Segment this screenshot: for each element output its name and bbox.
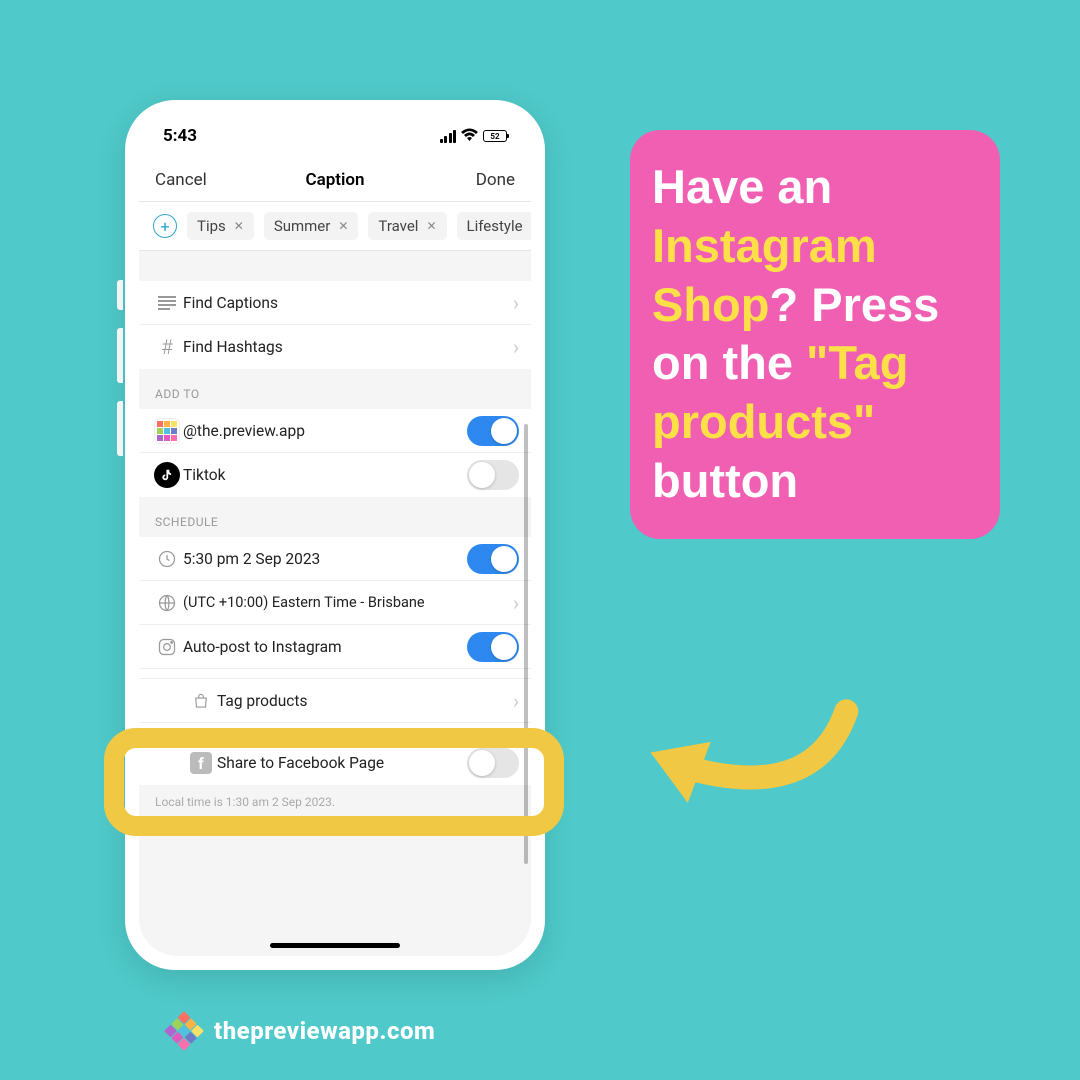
row-label: Tiktok	[183, 466, 467, 484]
chevron-right-icon: ›	[513, 591, 519, 615]
tag-label: Summer	[274, 217, 331, 235]
battery-icon: 52	[483, 130, 507, 142]
row-label: 5:30 pm 2 Sep 2023	[183, 550, 467, 568]
phone-frame: 5:43 52 Cancel Caption Done + Tips ✕ Summ…	[125, 100, 545, 970]
hidden-row	[139, 669, 531, 679]
close-icon[interactable]: ✕	[426, 219, 436, 233]
schedule-header: SCHEDULE	[139, 497, 531, 537]
toggle-switch[interactable]	[467, 544, 519, 574]
callout-text: Have an	[652, 160, 832, 213]
status-indicators: 52	[440, 127, 508, 145]
tiktok-icon	[151, 462, 183, 488]
tag-label: Lifestyle	[467, 217, 523, 235]
tag-label: Tips	[197, 217, 226, 235]
tag-label: Travel	[378, 217, 418, 235]
callout-bubble: Have an Instagram Shop? Press on the "Ta…	[630, 130, 1000, 539]
autopost-row[interactable]: Auto-post to Instagram	[139, 625, 531, 669]
toggle-switch[interactable]	[467, 416, 519, 446]
preview-app-icon	[151, 418, 183, 444]
nav-bar: Cancel Caption Done	[139, 158, 531, 202]
globe-icon	[151, 593, 183, 613]
wifi-icon	[461, 127, 478, 145]
highlight-box	[104, 728, 564, 836]
tags-row: + Tips ✕ Summer ✕ Travel ✕ Lifestyle	[139, 202, 531, 251]
footer-logo-icon	[164, 1011, 204, 1051]
add-tag-button[interactable]: +	[153, 214, 177, 238]
add-to-section: @the.preview.app Tiktok	[139, 409, 531, 497]
schedule-time-row[interactable]: 5:30 pm 2 Sep 2023	[139, 537, 531, 581]
add-to-header: ADD TO	[139, 369, 531, 409]
row-label: Tag products	[217, 692, 513, 710]
tag-chip[interactable]: Tips ✕	[187, 212, 254, 240]
close-icon[interactable]: ✕	[234, 219, 244, 233]
preview-account-row[interactable]: @the.preview.app	[139, 409, 531, 453]
status-time: 5:43	[163, 126, 197, 146]
callout-text: button	[652, 454, 798, 507]
footer: thepreviewapp.com	[170, 1017, 435, 1045]
tag-chip[interactable]: Summer ✕	[264, 212, 359, 240]
close-icon[interactable]: ✕	[338, 219, 348, 233]
row-label: @the.preview.app	[183, 422, 467, 440]
home-indicator[interactable]	[270, 943, 400, 948]
footer-url: thepreviewapp.com	[214, 1017, 435, 1045]
row-label: Find Captions	[183, 294, 513, 312]
find-section: Find Captions › # Find Hashtags ›	[139, 281, 531, 369]
tag-products-row[interactable]: Tag products ›	[139, 679, 531, 723]
captions-icon	[151, 296, 183, 310]
done-button[interactable]: Done	[455, 170, 515, 190]
clock-icon	[151, 549, 183, 569]
toggle-switch[interactable]	[467, 460, 519, 490]
timezone-row[interactable]: (UTC +10:00) Eastern Time - Brisbane ›	[139, 581, 531, 625]
nav-title: Caption	[305, 170, 364, 190]
toggle-switch[interactable]	[467, 632, 519, 662]
row-label: Auto-post to Instagram	[183, 638, 467, 656]
find-captions-row[interactable]: Find Captions ›	[139, 281, 531, 325]
chevron-right-icon: ›	[513, 291, 519, 315]
instagram-icon	[151, 637, 183, 657]
row-label: (UTC +10:00) Eastern Time - Brisbane	[183, 594, 513, 611]
find-hashtags-row[interactable]: # Find Hashtags ›	[139, 325, 531, 369]
hashtag-icon: #	[151, 335, 183, 359]
status-bar: 5:43 52	[139, 114, 531, 158]
tag-chip[interactable]: Travel ✕	[368, 212, 446, 240]
signal-icon	[440, 130, 457, 143]
shopping-bag-icon	[185, 692, 217, 710]
phone-side-buttons	[117, 280, 123, 474]
chevron-right-icon: ›	[513, 335, 519, 359]
arrow-icon	[598, 613, 882, 887]
row-label: Find Hashtags	[183, 338, 513, 356]
tag-chip[interactable]: Lifestyle	[457, 212, 532, 240]
cancel-button[interactable]: Cancel	[155, 170, 215, 190]
tiktok-row[interactable]: Tiktok	[139, 453, 531, 497]
chevron-right-icon: ›	[513, 689, 519, 713]
